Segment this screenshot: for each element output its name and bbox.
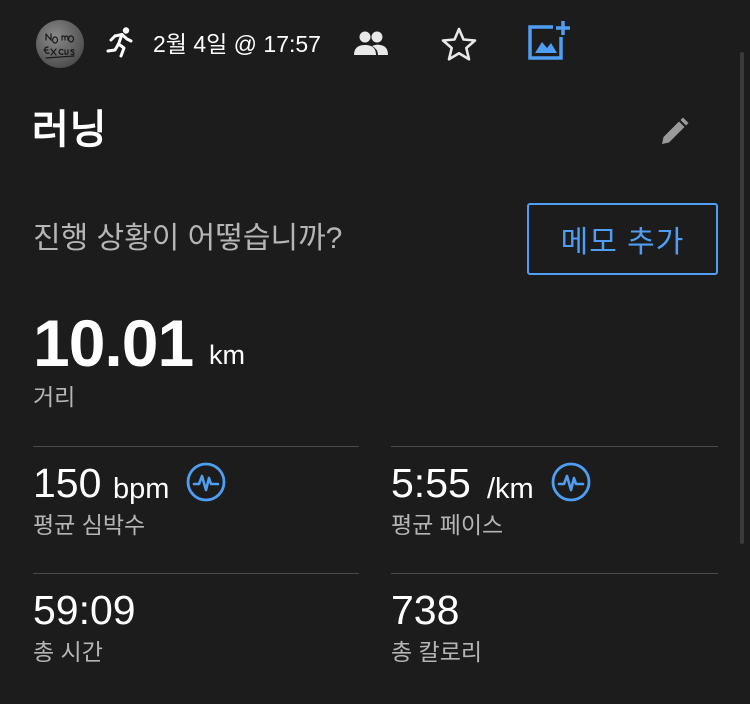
avg-heart-rate-label: 평균 심박수 [33,512,146,538]
avg-pace-label: 평균 페이스 [391,512,504,538]
pencil-icon[interactable] [658,116,690,148]
add-photo-icon[interactable] [526,20,572,62]
total-time-value: 59:09 [33,587,136,633]
memo-prompt: 진행 상황이 어떻습니까? [33,222,343,255]
distance-value: 10.01 [33,306,194,380]
add-memo-button[interactable]: 메모 추가 [527,203,718,275]
divider [33,573,359,574]
divider [391,573,718,574]
avg-pace-value: 5:55 [391,460,471,506]
people-icon[interactable] [353,30,389,56]
distance-label: 거리 [33,384,76,410]
total-calories-value: 738 [391,587,460,633]
avg-heart-rate-value: 150 [33,460,102,506]
running-icon [106,27,133,58]
avatar[interactable] [36,20,84,68]
top-bar: 2월 4일 @ 17:57 [0,0,750,88]
avatar-image [43,33,75,59]
star-icon[interactable] [440,26,478,62]
distance-unit: km [209,340,245,370]
heart-rate-icon[interactable] [186,462,226,502]
avg-heart-rate-unit: bpm [113,473,170,505]
total-calories-label: 총 칼로리 [391,639,483,665]
divider [33,446,359,447]
activity-title: 러닝 [32,108,108,152]
total-time-label: 총 시간 [33,639,103,665]
heart-rate-icon[interactable] [551,462,591,502]
scrollbar[interactable] [740,52,744,544]
avg-pace-unit: /km [487,473,534,505]
divider [391,446,718,447]
activity-date: 2월 4일 @ 17:57 [153,31,321,57]
